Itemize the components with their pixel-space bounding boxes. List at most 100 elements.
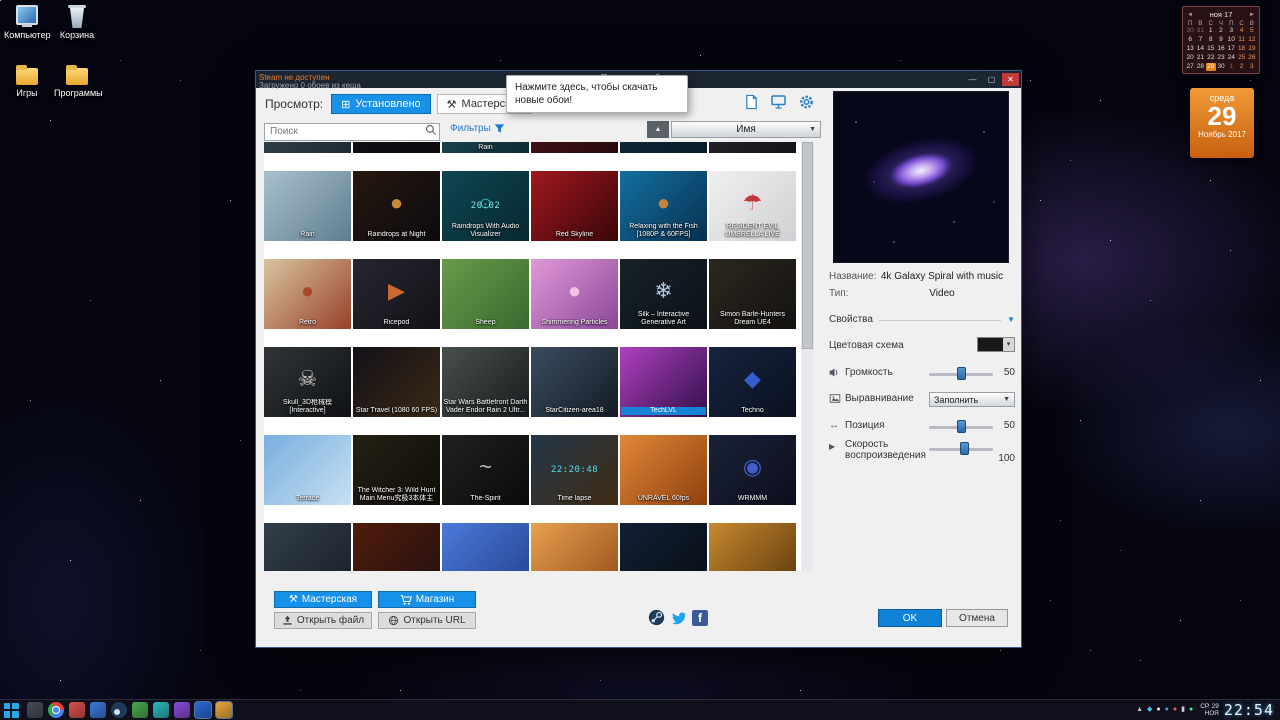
steam-icon[interactable] <box>111 702 127 718</box>
calendar-day[interactable]: 3 <box>1247 63 1257 71</box>
app-teal-icon[interactable] <box>153 702 169 718</box>
calendar-day[interactable]: 21 <box>1195 54 1205 62</box>
wallpaper-thumbnail[interactable]: Red Skyline <box>531 171 618 241</box>
calendar-prev-icon[interactable]: ◄ <box>1187 12 1193 18</box>
calendar-day[interactable]: 9 <box>1216 36 1226 44</box>
wallpaper-thumbnail[interactable]: TechLVL <box>620 347 707 417</box>
display-settings-icon[interactable] <box>770 94 787 110</box>
tray-icon-7[interactable]: ● <box>1189 705 1193 715</box>
tray-icon-1[interactable]: ▲ <box>1136 705 1143 715</box>
wallpaper-thumbnail[interactable]: 22:20:48 Time lapse <box>531 435 618 505</box>
tab-installed[interactable]: ⊞ Установлено <box>331 94 431 114</box>
calendar-day[interactable]: 14 <box>1195 45 1205 53</box>
calendar-day[interactable]: 26 <box>1247 54 1257 62</box>
wallpaper-engine-icon[interactable] <box>195 702 211 718</box>
scrollbar-thumb[interactable] <box>802 142 813 349</box>
twitter-icon[interactable] <box>670 609 687 626</box>
open-url-button[interactable]: Открыть URL <box>378 612 476 629</box>
wallpaper-thumbnail[interactable]: ☂ RESIDENT EVIL UMBRELLA LIVE <box>709 171 796 241</box>
gear-icon[interactable] <box>798 94 815 110</box>
wallpaper-thumbnail[interactable] <box>442 523 529 571</box>
calendar-day[interactable]: 3 <box>1226 27 1236 35</box>
wallpaper-thumbnail[interactable] <box>353 142 440 153</box>
calendar-day[interactable]: 12 <box>1247 36 1257 44</box>
calendar-day[interactable]: 15 <box>1206 45 1216 53</box>
wallpaper-thumbnail[interactable]: Sheep <box>442 259 529 329</box>
media-player-icon[interactable] <box>69 702 85 718</box>
tray-icon-6[interactable]: ▮ <box>1181 705 1185 715</box>
explorer-icon[interactable] <box>216 702 232 718</box>
calendar-day[interactable]: 6 <box>1185 36 1195 44</box>
collapse-panel-button[interactable]: ▲ <box>647 121 669 138</box>
wallpaper-thumbnail[interactable]: ◆ Techno <box>709 347 796 417</box>
calendar-day[interactable]: 5 <box>1247 27 1257 35</box>
desktop-icon-games[interactable]: Игры <box>4 62 50 98</box>
alignment-dropdown[interactable]: Заполнить ▼ <box>929 392 1015 407</box>
calendar-day[interactable]: 28 <box>1195 63 1205 71</box>
wallpaper-thumbnail[interactable]: Star Travel (1080 60 FPS) <box>353 347 440 417</box>
calendar-day[interactable]: 20 <box>1185 54 1195 62</box>
calendar-day[interactable]: 30 <box>1185 27 1195 35</box>
wallpaper-thumbnail[interactable]: ❄ Silk – Interactive Generative Art <box>620 259 707 329</box>
wallpaper-thumbnail[interactable]: UNRAVEL 60fps <box>620 435 707 505</box>
wallpaper-thumbnail[interactable]: ● Retro <box>264 259 351 329</box>
calendar-day[interactable]: 23 <box>1216 54 1226 62</box>
calendar-day[interactable]: 1 <box>1206 27 1216 35</box>
wallpaper-thumbnail[interactable] <box>620 142 707 153</box>
calendar-day[interactable]: 1 <box>1226 63 1236 71</box>
workshop-button[interactable]: ⚒ Мастерская <box>274 591 372 608</box>
calendar-day[interactable]: 18 <box>1236 45 1246 53</box>
wallpaper-thumbnail[interactable]: ● Relaxing with the Fish [1080P & 60FPS] <box>620 171 707 241</box>
calendar-day[interactable]: 19 <box>1247 45 1257 53</box>
app-purple-icon[interactable] <box>174 702 190 718</box>
tray-icon-2[interactable]: ◆ <box>1147 705 1152 715</box>
system-monitor-icon[interactable] <box>27 702 43 718</box>
wallpaper-thumbnail[interactable]: ▶ Ricepod <box>353 259 440 329</box>
wallpaper-thumbnail[interactable]: Simon Barle-Hunters Dream UE4 <box>709 259 796 329</box>
calendar-day[interactable]: 31 <box>1195 27 1205 35</box>
position-slider[interactable] <box>929 419 993 435</box>
wallpaper-thumbnail[interactable] <box>620 523 707 571</box>
search-input[interactable] <box>264 122 440 141</box>
wallpaper-thumbnail[interactable]: ◉ WRMMM <box>709 435 796 505</box>
wallpaper-thumbnail[interactable] <box>353 523 440 571</box>
calendar-day[interactable]: 16 <box>1216 45 1226 53</box>
minimize-button[interactable]: — <box>964 73 981 86</box>
wallpaper-thumbnail[interactable]: Star Wars Battlefront Darth Vader Endor … <box>442 347 529 417</box>
wallpaper-thumbnail[interactable]: ~ The-Spirit <box>442 435 529 505</box>
tray-icon-5[interactable]: ● <box>1173 705 1177 715</box>
wallpaper-thumbnail[interactable] <box>709 523 796 571</box>
wallpaper-thumbnail[interactable]: Terrace <box>264 435 351 505</box>
calendar-day[interactable]: 30 <box>1216 63 1226 71</box>
wallpaper-thumbnail[interactable]: ☠ Skull_3D枪械模 [Interactive] <box>264 347 351 417</box>
wallpaper-thumbnail[interactable]: The Witcher 3: Wild Hunt Main Menu究极3本体主 <box>353 435 440 505</box>
calendar-day[interactable]: 8 <box>1206 36 1216 44</box>
tray-icon-3[interactable]: ● <box>1156 705 1160 715</box>
slider-thumb[interactable] <box>957 420 966 433</box>
ok-button[interactable]: OK <box>878 609 942 627</box>
properties-collapse-icon[interactable]: ▼ <box>1007 315 1015 324</box>
wallpaper-thumbnail[interactable] <box>264 523 351 571</box>
calendar-day[interactable]: 4 <box>1236 27 1246 35</box>
calendar-day[interactable]: 11 <box>1236 36 1246 44</box>
open-file-button[interactable]: Открыть файл <box>274 612 372 629</box>
wallpaper-thumbnail[interactable]: ● Raindrops at Night <box>353 171 440 241</box>
desktop-icon-programs[interactable]: Программы <box>54 62 103 98</box>
wallpaper-thumbnail[interactable] <box>531 142 618 153</box>
slider-thumb[interactable] <box>957 367 966 380</box>
filters-button[interactable]: Фильтры <box>450 123 505 134</box>
calendar-next-icon[interactable]: ► <box>1249 12 1255 18</box>
calendar-day[interactable]: 22 <box>1206 54 1216 62</box>
browser-icon[interactable] <box>90 702 106 718</box>
wallpaper-thumbnail[interactable]: ○ 20:02 Raindrops With Audio Visualizer <box>442 171 529 241</box>
wallpaper-thumbnail[interactable]: Rain <box>264 171 351 241</box>
wallpaper-thumbnail[interactable]: StarCitizen-area18 <box>531 347 618 417</box>
calendar-day[interactable]: 7 <box>1195 36 1205 44</box>
color-scheme-swatch[interactable] <box>977 337 1015 352</box>
playback-speed-slider[interactable] <box>929 441 993 457</box>
wallpaper-thumbnail[interactable] <box>709 142 796 153</box>
calendar-day[interactable]: 17 <box>1226 45 1236 53</box>
cancel-button[interactable]: Отмена <box>946 609 1008 627</box>
start-button[interactable] <box>4 702 19 718</box>
volume-slider[interactable] <box>929 366 993 382</box>
